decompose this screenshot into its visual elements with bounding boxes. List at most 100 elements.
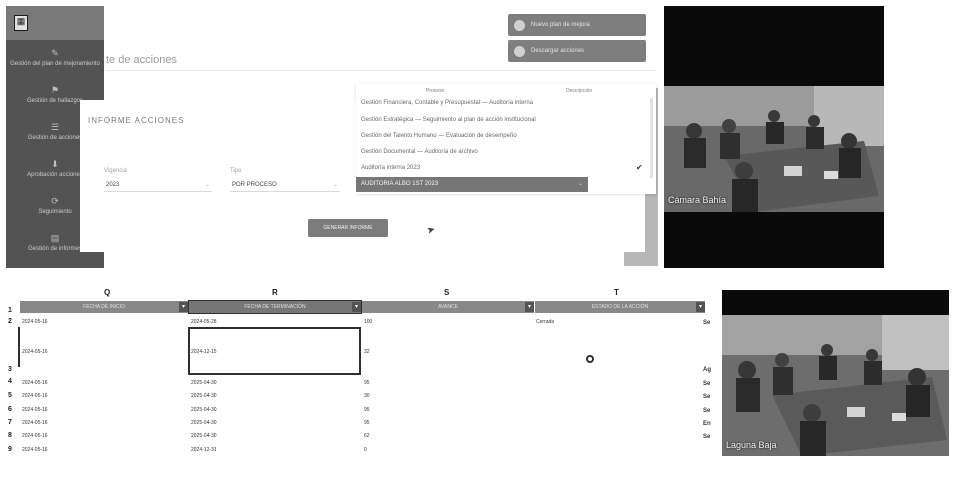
row-number[interactable]: 3	[8, 366, 12, 373]
sidebar-item-label: Gestión del plan de mejoramiento	[10, 61, 100, 67]
tipo-label: Tipo	[230, 168, 242, 174]
column-header[interactable]: ESTADO DE LA ACCIÓN ▾	[535, 301, 705, 313]
cell[interactable]: 95	[364, 407, 370, 413]
sidebar-item-label: Aprobación acciones	[27, 172, 83, 178]
column-header-label: AVANCE	[438, 304, 458, 310]
cell[interactable]: 95	[364, 380, 370, 386]
filter-dropdown-icon[interactable]: ▾	[696, 302, 705, 312]
modal-title: INFORME ACCIONES	[88, 116, 185, 125]
report-icon: ▤	[50, 233, 60, 243]
cell[interactable]: Se	[703, 394, 710, 400]
generate-report-button[interactable]: GENERAR INFORME	[308, 219, 388, 237]
cell[interactable]: Se	[703, 320, 710, 326]
column-header-label: FECHA DE TERMINACIÓN	[244, 304, 306, 310]
cell[interactable]: 95	[364, 420, 370, 426]
vigencia-label: Vigencia	[104, 168, 127, 174]
dropdown-option[interactable]: Gestión Financiera, Contable y Presupues…	[361, 100, 533, 106]
page-title-text: te de acciones	[106, 54, 177, 66]
vigencia-select[interactable]: 2023 ⌄	[104, 178, 212, 192]
cell[interactable]: Se	[703, 381, 710, 387]
cell[interactable]: Cerrada	[536, 319, 554, 325]
divider	[106, 70, 656, 71]
participant-name: Cámara Bahía	[668, 195, 727, 205]
cell[interactable]: 100	[364, 319, 372, 325]
institution-logo: ▦	[14, 15, 28, 31]
video-tile: Cámara Bahía	[664, 6, 884, 268]
cell[interactable]: 2024-05-16	[22, 380, 48, 386]
column-header[interactable]: FECHA DE TERMINACIÓN ▾	[188, 300, 362, 314]
cell[interactable]: 62	[364, 433, 370, 439]
cell[interactable]: 2025-04-30	[191, 420, 217, 426]
dropdown-option[interactable]: Gestión Documental — Auditoría de archiv…	[361, 149, 478, 155]
chevron-down-icon: ⌄	[577, 181, 583, 187]
row-number[interactable]: 6	[8, 406, 12, 413]
spreadsheet-window: Q R S T FECHA DE INICIO ▾ FECHA DE TERMI…	[0, 270, 953, 495]
new-plan-button[interactable]: Nuevo plan de mejora	[508, 14, 646, 36]
plus-icon	[514, 19, 525, 31]
chevron-down-icon: ⌄	[332, 182, 338, 188]
cell[interactable]: 2025-04-30	[191, 433, 217, 439]
app-window: ▦ ✎ Gestión del plan de mejoramiento ⚑ G…	[0, 0, 953, 270]
cell[interactable]: 2024-05-16	[22, 447, 48, 453]
column-header[interactable]: FECHA DE INICIO ▾	[20, 301, 188, 313]
participant-name: Laguna Baja	[726, 440, 777, 450]
process-dropdown[interactable]: Proceso Descripción Gestión Financiera, …	[356, 84, 656, 194]
cell[interactable]: 2024-12-15	[191, 349, 217, 355]
download-actions-button[interactable]: Descargar acciones	[508, 40, 646, 62]
cell[interactable]: 2024-05-16	[22, 407, 48, 413]
row-number[interactable]: 8	[8, 432, 12, 439]
cell[interactable]: Ag	[703, 367, 711, 373]
column-header-label: FECHA DE INICIO	[83, 304, 125, 310]
cell[interactable]: Se	[703, 434, 710, 440]
column-header-label: ESTADO DE LA ACCIÓN	[591, 304, 649, 310]
cell[interactable]: 0	[364, 447, 367, 453]
page-title: te de acciones	[106, 54, 181, 66]
row-number[interactable]: 2	[8, 318, 12, 325]
column-letter[interactable]: T	[614, 288, 619, 297]
vigencia-value: 2023	[106, 182, 120, 188]
row-selection-marker	[18, 327, 20, 367]
filter-dropdown-icon[interactable]: ▾	[525, 302, 534, 312]
row-number[interactable]: 5	[8, 392, 12, 399]
dropdown-option[interactable]: Auditoría interna 2023	[361, 165, 420, 171]
cell[interactable]: 30	[364, 393, 370, 399]
cell[interactable]: 2024-12-31	[191, 447, 217, 453]
filter-dropdown-icon[interactable]: ▾	[352, 302, 361, 312]
sidebar-item-label: Seguimiento	[38, 209, 72, 215]
cell[interactable]: 2024-05-16	[22, 319, 48, 325]
chevron-down-icon: ⌄	[204, 182, 210, 188]
filter-dropdown-icon[interactable]: ▾	[179, 302, 188, 312]
meeting-room-video	[664, 86, 884, 212]
cell[interactable]: 2024-05-16	[22, 420, 48, 426]
dropdown-col-header: Descripción	[566, 88, 593, 94]
cell[interactable]: 2024-05-16	[22, 349, 48, 355]
cell[interactable]: 2024-05-28	[191, 319, 217, 325]
column-letter[interactable]: Q	[104, 288, 110, 297]
pencil-icon: ✎	[51, 48, 59, 58]
column-letter[interactable]: R	[272, 288, 278, 297]
tipo-select[interactable]: POR PROCESO ⌄	[230, 178, 340, 192]
cell[interactable]: 2024-05-16	[22, 393, 48, 399]
cell[interactable]: 32	[364, 349, 370, 355]
cell[interactable]: En	[703, 421, 711, 427]
dropdown-option[interactable]: Gestión Estratégica — Seguimiento al pla…	[361, 117, 536, 123]
dropdown-option[interactable]: Gestión del Talento Humano — Evaluación …	[361, 133, 517, 139]
column-letter[interactable]: S	[444, 288, 449, 297]
sidebar-item-plan[interactable]: ✎ Gestión del plan de mejoramiento	[6, 40, 104, 77]
row-number[interactable]: 1	[8, 307, 12, 314]
process-select[interactable]: AUDITORIA ALBO 1ST 2023 ⌄	[356, 177, 588, 192]
cell[interactable]: Se	[703, 408, 710, 414]
row-number[interactable]: 4	[8, 378, 12, 385]
mouse-cursor-icon	[586, 355, 594, 363]
cell[interactable]: 2025-04-30	[191, 393, 217, 399]
dropdown-scrollbar[interactable]	[650, 98, 653, 178]
download-icon: ⬇	[51, 159, 59, 169]
row-number[interactable]: 7	[8, 419, 12, 426]
list-icon: ☰	[50, 122, 60, 132]
cell[interactable]: 2025-04-30	[191, 407, 217, 413]
row-number[interactable]: 9	[8, 446, 12, 453]
column-header[interactable]: AVANCE ▾	[362, 301, 534, 313]
dropdown-col-header: Proceso	[426, 88, 445, 94]
cell[interactable]: 2024-05-16	[22, 433, 48, 439]
cell[interactable]: 2025-04-30	[191, 380, 217, 386]
